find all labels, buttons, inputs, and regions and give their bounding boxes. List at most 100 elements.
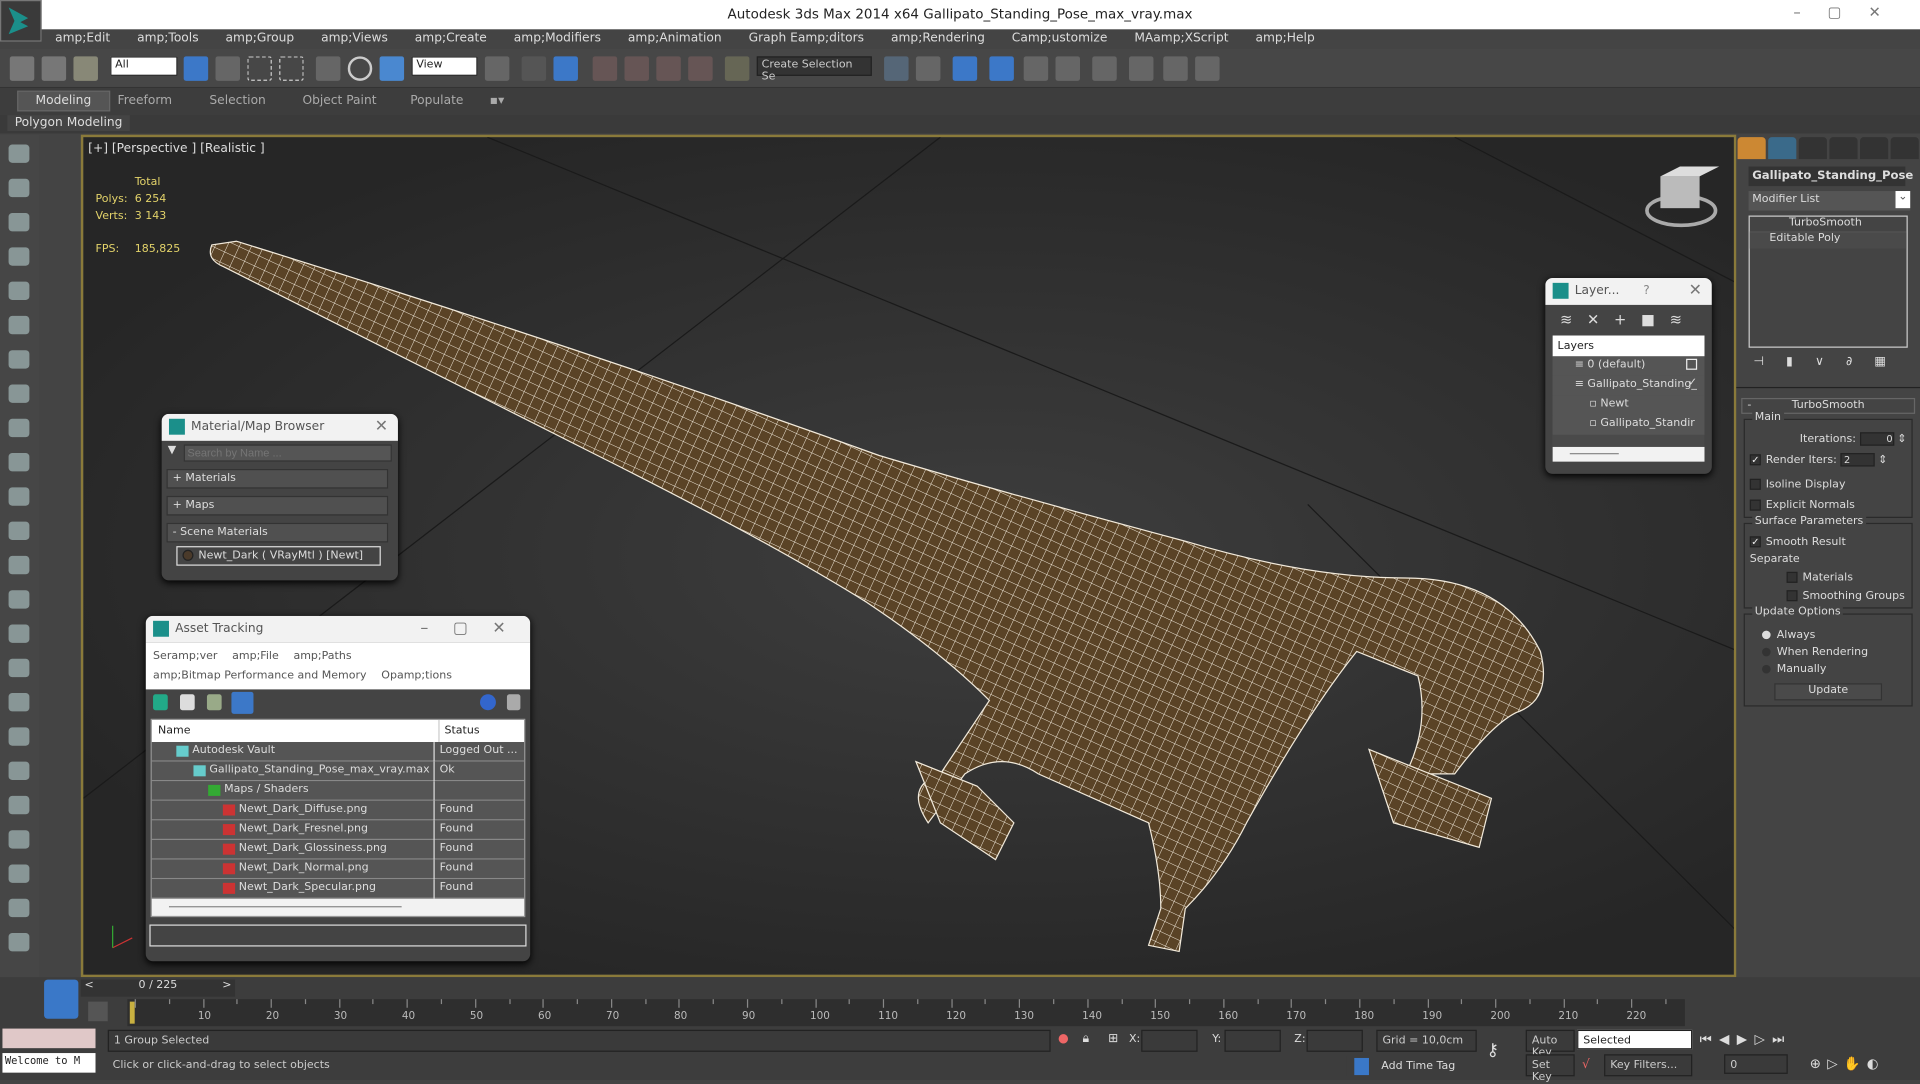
close-icon[interactable]: ✕ — [375, 418, 388, 436]
tab-populate[interactable]: Populate — [410, 94, 463, 107]
time-tag-icon[interactable] — [1354, 1057, 1369, 1076]
curve-editor-icon[interactable] — [1023, 56, 1049, 81]
absolute-mode-icon[interactable]: ⊞ — [1108, 1032, 1118, 1045]
snap-3d-icon[interactable] — [592, 56, 618, 81]
smooth-result-checkbox[interactable]: ✓ — [1749, 536, 1761, 548]
mini-listener-toggle[interactable] — [44, 979, 79, 1019]
menu-tools[interactable]: amp;Tools — [124, 29, 212, 49]
unlink-icon[interactable] — [41, 56, 67, 81]
display-tab-icon[interactable] — [1860, 137, 1889, 160]
key-filters-button[interactable]: Key Filters... — [1604, 1054, 1693, 1077]
cone-icon[interactable] — [8, 521, 30, 541]
helpers-icon[interactable] — [8, 350, 30, 369]
material-search-input[interactable] — [183, 444, 392, 462]
current-layer-checkbox[interactable] — [1686, 358, 1698, 370]
selection-filter-dropdown[interactable]: All — [110, 56, 178, 76]
object-name-field[interactable]: Gallipato_Standing_Pose — [1748, 166, 1913, 187]
link-icon[interactable] — [9, 56, 35, 81]
hierarchy-tab-icon[interactable] — [1798, 137, 1827, 160]
pin-stack-icon[interactable]: ⊣ — [1753, 355, 1764, 370]
render-icon[interactable] — [1195, 56, 1220, 81]
menu-file[interactable]: amp;File — [232, 650, 279, 662]
teapot-icon[interactable] — [8, 144, 30, 163]
always-radio[interactable] — [1762, 630, 1771, 640]
select-object-icon[interactable] — [183, 56, 209, 81]
mirror-icon[interactable] — [884, 56, 909, 81]
box-icon[interactable] — [8, 418, 30, 438]
sphere-icon[interactable] — [8, 453, 30, 472]
table-row[interactable]: Newt_Dark_Normal.png Found — [151, 859, 525, 880]
table-row[interactable]: Maps / Shaders — [151, 781, 525, 801]
menu-paths[interactable]: amp;Paths — [293, 650, 351, 662]
default-in-out-tangent-icon[interactable]: √ — [1582, 1058, 1590, 1071]
z-coord-field[interactable] — [1306, 1029, 1363, 1052]
table-row[interactable]: Newt_Dark_Diffuse.png Found — [151, 800, 525, 821]
configure-sets-icon[interactable]: ▦ — [1874, 355, 1886, 370]
layer-object-newt[interactable]: ▫ Newt — [1552, 395, 1705, 416]
render-iters-spinner[interactable]: 2 — [1840, 453, 1875, 467]
reference-coord-dropdown[interactable]: View — [411, 56, 478, 76]
materials-group[interactable]: + Materials — [166, 468, 389, 489]
y-coord-field[interactable] — [1224, 1029, 1281, 1052]
filter-dropdown-icon[interactable]: ▼ — [168, 444, 176, 456]
angle-snap-icon[interactable] — [624, 56, 649, 81]
table-view-icon[interactable] — [231, 691, 254, 714]
viewcube[interactable] — [1645, 166, 1720, 228]
isoline-checkbox[interactable] — [1749, 478, 1761, 490]
add-time-tag-button[interactable]: Add Time Tag — [1381, 1060, 1455, 1072]
table-row[interactable]: Newt_Dark_Glossiness.png Found — [151, 840, 525, 860]
help-icon[interactable] — [480, 694, 496, 711]
window-crossing-icon[interactable] — [279, 56, 304, 81]
app-logo-button[interactable] — [0, 0, 42, 42]
material-editor-icon[interactable] — [1092, 56, 1117, 81]
tab-modeling[interactable]: Modeling — [17, 90, 110, 112]
curve-editor-toggle-icon[interactable] — [88, 1001, 108, 1022]
torus-icon[interactable] — [8, 590, 30, 609]
col-status[interactable]: Status — [438, 720, 480, 743]
maxscript-listener-red[interactable] — [2, 1028, 96, 1049]
material-item[interactable]: Newt_Dark ( VRayMtl ) [Newt] — [176, 546, 381, 566]
globe-icon[interactable] — [8, 727, 30, 746]
horizontal-scrollbar[interactable] — [1552, 446, 1705, 462]
move-icon[interactable] — [315, 56, 341, 81]
rotate-icon[interactable] — [347, 56, 373, 81]
scatter-icon[interactable] — [8, 693, 30, 712]
named-selection-dropdown[interactable]: Create Selection Se — [756, 56, 872, 83]
create-tab-icon[interactable] — [1737, 137, 1766, 160]
menu-maxscript[interactable]: MAamp;XScript — [1121, 29, 1242, 49]
key-mode-dropdown[interactable]: Selected — [1577, 1029, 1693, 1050]
geosphere-icon[interactable] — [8, 487, 30, 506]
modify-tab-icon[interactable] — [1768, 137, 1797, 160]
menu-server[interactable]: Seramp;ver — [153, 650, 217, 662]
schematic-view-icon[interactable] — [1055, 56, 1081, 81]
align-icon[interactable] — [915, 56, 941, 81]
select-layer-objects-icon[interactable]: ■ — [1641, 311, 1655, 332]
maxscript-mini-listener[interactable]: Welcome to M — [2, 1053, 96, 1073]
render-iters-checkbox[interactable]: ✓ — [1749, 454, 1761, 466]
ribbon-toggle-icon[interactable] — [989, 56, 1014, 81]
window-controls[interactable]: –▢✕ — [1793, 4, 1907, 21]
ui-icon[interactable] — [8, 898, 30, 918]
layers-icon[interactable] — [8, 213, 30, 232]
create-layer-icon[interactable]: ≋ — [1560, 311, 1572, 332]
set-key-mode-icon[interactable]: ⚷ — [1487, 1041, 1500, 1061]
lights-icon[interactable] — [8, 281, 30, 301]
highlight-layer-icon[interactable]: ≋ — [1670, 311, 1682, 332]
table-row[interactable]: Autodesk Vault Logged Out ... — [151, 742, 525, 762]
maps-group[interactable]: + Maps — [166, 495, 389, 516]
pivot-icon[interactable] — [484, 56, 510, 81]
lock-icon[interactable]: 🔒︎ — [1082, 1032, 1089, 1045]
viewport-icon[interactable] — [8, 933, 30, 952]
render-setup-icon[interactable] — [1128, 56, 1154, 81]
context-help-icon[interactable] — [506, 694, 521, 711]
menu-create[interactable]: amp;Create — [401, 29, 500, 49]
polygon-modeling-label[interactable]: Polygon Modeling — [7, 115, 130, 132]
stack-item-turbosmooth[interactable]: TurboSmooth — [1749, 217, 1907, 233]
menu-modifiers[interactable]: amp;Modifiers — [500, 29, 614, 49]
show-end-result-icon[interactable]: ▮ — [1786, 355, 1793, 370]
table-row[interactable]: Newt_Dark_Fresnel.png Found — [151, 820, 525, 841]
viewport-label[interactable]: [+] [Perspective ] [Realistic ] — [88, 142, 265, 155]
horizontal-scrollbar[interactable] — [151, 898, 525, 916]
grid-icon[interactable] — [8, 624, 30, 643]
scale-icon[interactable] — [379, 56, 405, 81]
